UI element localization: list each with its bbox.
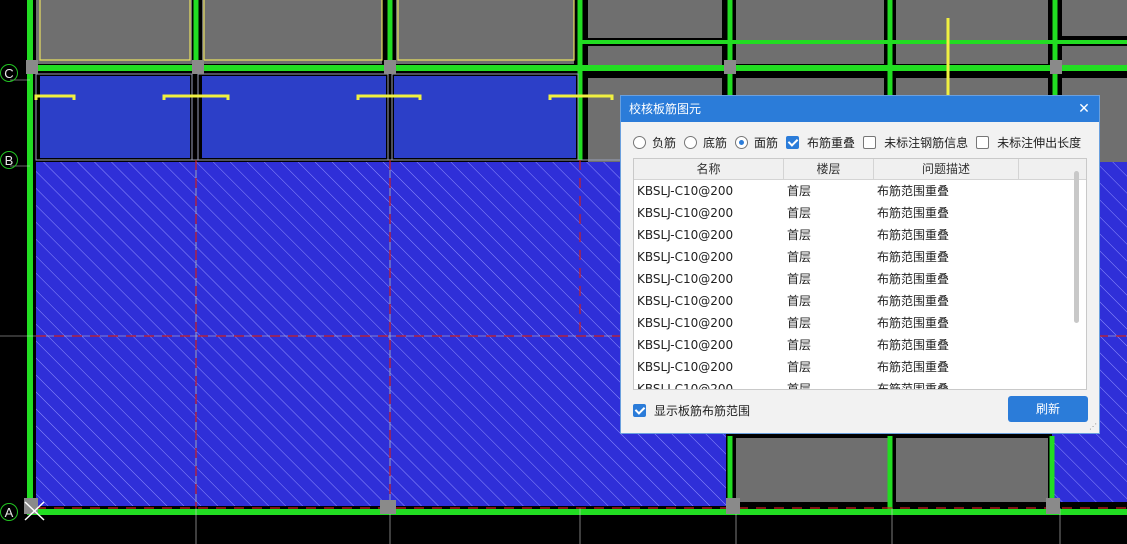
cell-floor: 首层 bbox=[787, 250, 812, 264]
issues-table: 名称 楼层 问题描述 KBSLJ-C10@200 首层 布筋范围重叠 KBSLJ-C1… bbox=[633, 158, 1087, 390]
filter-options: 负筋 底筋 面筋 布筋重叠 未标注钢筋信息 未标注伸出长度 bbox=[633, 133, 1089, 151]
axis-label-a: A bbox=[0, 503, 18, 521]
checkbox-unmarked-info[interactable]: 未标注钢筋信息 bbox=[863, 134, 968, 151]
vertical-scrollbar[interactable] bbox=[1074, 171, 1079, 323]
cell-floor: 首层 bbox=[787, 184, 812, 198]
table-row[interactable]: KBSLJ-C10@200 首层 布筋范围重叠 bbox=[634, 224, 1086, 246]
table-row[interactable]: KBSLJ-C10@200 首层 布筋范围重叠 bbox=[634, 202, 1086, 224]
checkbox-overlap[interactable]: 布筋重叠 bbox=[786, 134, 855, 151]
radio-negative-rebar[interactable]: 负筋 bbox=[633, 134, 676, 151]
table-row[interactable]: KBSLJ-C10@200 首层 布筋范围重叠 bbox=[634, 268, 1086, 290]
cell-issue: 布筋范围重叠 bbox=[877, 316, 950, 330]
cell-issue: 布筋范围重叠 bbox=[877, 184, 950, 198]
checkbox-icon bbox=[863, 135, 877, 149]
axis-label-b: B bbox=[0, 151, 18, 169]
radio-icon bbox=[684, 135, 698, 149]
cell-name: KBSLJ-C10@200 bbox=[637, 250, 734, 264]
cell-floor: 首层 bbox=[787, 338, 812, 352]
table-row[interactable]: KBSLJ-C10@200 首层 布筋范围重叠 bbox=[634, 334, 1086, 356]
table-row[interactable]: KBSLJ-C10@200 首层 布筋范围重叠 bbox=[634, 180, 1086, 202]
cell-name: KBSLJ-C10@200 bbox=[637, 294, 734, 308]
radio-top-rebar[interactable]: 面筋 bbox=[735, 134, 778, 151]
cell-floor: 首层 bbox=[787, 272, 812, 286]
cell-name: KBSLJ-C10@200 bbox=[637, 228, 734, 242]
cell-issue: 布筋范围重叠 bbox=[877, 228, 950, 242]
table-body: KBSLJ-C10@200 首层 布筋范围重叠 KBSLJ-C10@200 首层 布筋范围… bbox=[634, 180, 1086, 390]
cell-name: KBSLJ-C10@200 bbox=[637, 338, 734, 352]
cell-floor: 首层 bbox=[787, 294, 812, 308]
cell-floor: 首层 bbox=[787, 382, 812, 390]
cell-name: KBSLJ-C10@200 bbox=[637, 316, 734, 330]
cell-name: KBSLJ-C10@200 bbox=[637, 206, 734, 220]
column-header-name[interactable]: 名称 bbox=[634, 159, 784, 179]
checkbox-icon bbox=[976, 135, 990, 149]
cell-floor: 首层 bbox=[787, 316, 812, 330]
cell-floor: 首层 bbox=[787, 360, 812, 374]
refresh-button[interactable]: 刷新 bbox=[1008, 396, 1088, 422]
checkbox-unmarked-length[interactable]: 未标注伸出长度 bbox=[976, 134, 1081, 151]
table-row[interactable]: KBSLJ-C10@200 首层 布筋范围重叠 bbox=[634, 312, 1086, 334]
cell-floor: 首层 bbox=[787, 228, 812, 242]
column-header-floor[interactable]: 楼层 bbox=[784, 159, 874, 179]
cell-issue: 布筋范围重叠 bbox=[877, 294, 950, 308]
radio-icon bbox=[633, 135, 646, 149]
checkbox-unmarked-length-label: 未标注伸出长度 bbox=[997, 135, 1082, 150]
table-row[interactable]: KBSLJ-C10@200 首层 布筋范围重叠 bbox=[634, 378, 1086, 390]
radio-selected-icon bbox=[735, 135, 749, 149]
show-range-toggle[interactable]: 显示板筋布筋范围 bbox=[633, 402, 750, 419]
cell-name: KBSLJ-C10@200 bbox=[637, 272, 734, 286]
cell-floor: 首层 bbox=[787, 206, 812, 220]
close-icon[interactable]: ✕ bbox=[1077, 96, 1091, 122]
checkbox-unmarked-info-label: 未标注钢筋信息 bbox=[884, 135, 969, 150]
cell-name: KBSLJ-C10@200 bbox=[637, 360, 734, 374]
cell-name: KBSLJ-C10@200 bbox=[637, 184, 734, 198]
cell-issue: 布筋范围重叠 bbox=[877, 360, 950, 374]
checkbox-checked-icon bbox=[633, 404, 646, 417]
cell-issue: 布筋范围重叠 bbox=[877, 250, 950, 264]
cell-name: KBSLJ-C10@200 bbox=[637, 382, 734, 390]
radio-bottom-rebar[interactable]: 底筋 bbox=[684, 134, 727, 151]
show-range-label: 显示板筋布筋范围 bbox=[654, 404, 751, 418]
cell-issue: 布筋范围重叠 bbox=[877, 206, 950, 220]
table-row[interactable]: KBSLJ-C10@200 首层 布筋范围重叠 bbox=[634, 356, 1086, 378]
table-row[interactable]: KBSLJ-C10@200 首层 布筋范围重叠 bbox=[634, 246, 1086, 268]
radio-bottom-label: 底筋 bbox=[703, 135, 728, 150]
resize-grip-icon[interactable]: ⋰ bbox=[1089, 423, 1097, 431]
cell-issue: 布筋范围重叠 bbox=[877, 272, 950, 286]
checkbox-checked-icon bbox=[786, 135, 800, 149]
axis-label-c: C bbox=[0, 64, 18, 82]
solid-slabs bbox=[40, 76, 576, 158]
radio-negative-label: 负筋 bbox=[652, 135, 677, 150]
cell-issue: 布筋范围重叠 bbox=[877, 382, 950, 390]
radio-top-label: 面筋 bbox=[754, 135, 779, 150]
dialog-titlebar[interactable]: 校核板筋图元 ✕ bbox=[621, 96, 1099, 122]
column-header-issue[interactable]: 问题描述 bbox=[874, 159, 1019, 179]
check-slab-rebar-dialog: 校核板筋图元 ✕ 负筋 底筋 面筋 布筋重叠 未标注钢筋信息 未标注伸出长度 名… bbox=[620, 95, 1100, 434]
cell-issue: 布筋范围重叠 bbox=[877, 338, 950, 352]
checkbox-overlap-label: 布筋重叠 bbox=[807, 135, 856, 150]
table-header: 名称 楼层 问题描述 bbox=[634, 159, 1086, 180]
table-row[interactable]: KBSLJ-C10@200 首层 布筋范围重叠 bbox=[634, 290, 1086, 312]
dialog-title: 校核板筋图元 bbox=[629, 102, 702, 116]
